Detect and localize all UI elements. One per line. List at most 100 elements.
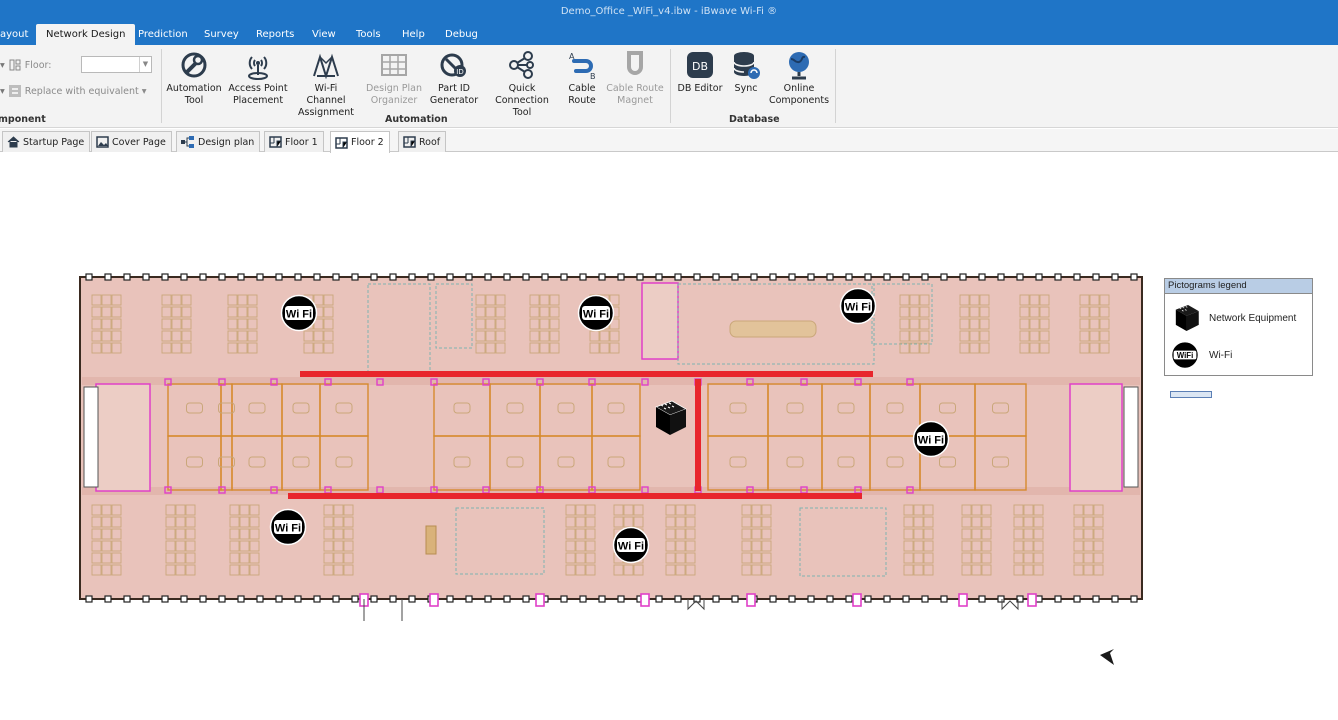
mullion — [731, 595, 739, 603]
automation-tool-button[interactable]: Automation Tool — [166, 49, 222, 111]
wifi-access-point-icon[interactable]: Wi Fi — [839, 287, 877, 325]
mullion — [1035, 595, 1043, 603]
wifi-channel-assignment-button[interactable]: Wi-Fi Channel Assignment — [294, 49, 358, 118]
floor-icon — [403, 136, 416, 148]
mullion — [275, 273, 283, 281]
mullion — [1130, 273, 1138, 281]
cable-route-magnet-button[interactable]: Cable Route Magnet — [604, 49, 666, 111]
tab-label: Roof — [419, 136, 441, 148]
wifi-label: Wi Fi — [583, 309, 609, 321]
wifi-label: Wi Fi — [275, 523, 301, 535]
mullion — [598, 595, 606, 603]
group-label-component: mponent — [0, 114, 46, 125]
design-plan-organizer-button[interactable]: Design Plan Organizer — [364, 49, 424, 111]
menu-survey[interactable]: Survey — [198, 24, 245, 45]
window-opening — [83, 386, 99, 488]
mullion — [655, 595, 663, 603]
menu-network-design[interactable]: Network Design — [36, 24, 136, 45]
mullion — [769, 595, 777, 603]
mullion — [579, 595, 587, 603]
mullion — [370, 273, 378, 281]
tab-label: Floor 1 — [285, 136, 318, 148]
db-editor-button[interactable]: DB DB Editor — [676, 49, 724, 111]
north-arrow-icon — [1100, 649, 1114, 665]
mullion — [1092, 273, 1100, 281]
wifi-access-point-icon[interactable]: Wi Fi — [280, 294, 318, 332]
online-components-button[interactable]: Online Components — [768, 49, 830, 111]
mullion — [104, 595, 112, 603]
wifi-access-point-icon[interactable]: Wi Fi — [269, 508, 307, 546]
mullion — [522, 273, 530, 281]
mullion — [237, 273, 245, 281]
entrance-doors — [363, 599, 1019, 621]
mullion — [142, 595, 150, 603]
dropdown-arrow-icon: ▾ — [0, 59, 5, 71]
mullion — [294, 273, 302, 281]
menu-debug[interactable]: Debug — [439, 24, 484, 45]
wifi-access-point-icon[interactable]: Wi Fi — [912, 420, 950, 458]
part-id-generator-button[interactable]: ID Part ID Generator — [428, 49, 480, 111]
pictograms-legend: Pictograms legend Network Equipment WiFi… — [1164, 278, 1313, 376]
replace-with-equivalent[interactable]: ▾ Replace with equivalent ▾ — [0, 84, 147, 98]
tab-startup-page[interactable]: Startup Page — [2, 131, 91, 152]
mullion — [237, 595, 245, 603]
cable-route-button[interactable]: AB Cable Route — [562, 49, 602, 111]
quick-connection-tool-button[interactable]: Quick Connection Tool — [486, 49, 558, 118]
mullion — [199, 595, 207, 603]
wifi-label: Wi Fi — [845, 302, 871, 314]
mullion — [275, 595, 283, 603]
mullion — [978, 595, 986, 603]
mullion — [522, 595, 530, 603]
mullion — [446, 273, 454, 281]
design-canvas[interactable]: Wi Fi Wi Fi Wi Fi Wi Fi Wi Fi Wi Fi Pictogram… — [0, 153, 1338, 720]
mullion — [598, 273, 606, 281]
mullion — [351, 273, 359, 281]
sync-button[interactable]: Sync — [728, 49, 764, 111]
floor-dropdown[interactable]: ▼ — [81, 56, 152, 73]
menu-layout[interactable]: ayout — [0, 24, 34, 45]
menu-view[interactable]: View — [306, 24, 342, 45]
window-title: Demo_Office _WiFi_v4.ibw - iBwave Wi-Fi … — [560, 6, 778, 17]
mullion — [313, 273, 321, 281]
mullion — [636, 273, 644, 281]
mullion — [142, 273, 150, 281]
floor-plan[interactable]: Wi Fi Wi Fi Wi Fi Wi Fi Wi Fi Wi Fi — [0, 153, 1338, 720]
wifi-access-point-icon[interactable]: Wi Fi — [612, 526, 650, 564]
tab-roof[interactable]: Roof — [398, 131, 447, 152]
tab-design-plan[interactable]: Design plan — [176, 131, 261, 152]
access-point-icon — [248, 56, 268, 80]
ribbon: ▾ Floor: ▼ ▾ Replace with equivalent ▾ m… — [0, 45, 1338, 128]
mullion — [997, 273, 1005, 281]
floor-selector: ▾ Floor: — [0, 58, 51, 72]
tab-floor-2[interactable]: Floor 2 — [330, 131, 390, 153]
tab-label: Design plan — [198, 136, 255, 148]
stair-core-east — [1069, 383, 1123, 492]
wifi-access-point-icon[interactable]: Wi Fi — [577, 294, 615, 332]
tab-floor-1[interactable]: Floor 1 — [264, 131, 324, 152]
menu-reports[interactable]: Reports — [250, 24, 300, 45]
stair-core-west — [95, 383, 151, 492]
mullion — [85, 595, 93, 603]
access-point-placement-button[interactable]: Access Point Placement — [226, 49, 290, 111]
menu-tools[interactable]: Tools — [350, 24, 387, 45]
title-bar: Demo_Office _WiFi_v4.ibw - iBwave Wi-Fi … — [0, 0, 1338, 24]
mullion — [883, 273, 891, 281]
mullion — [921, 273, 929, 281]
menu-help[interactable]: Help — [396, 24, 431, 45]
floor-label: Floor: — [24, 59, 52, 71]
menu-prediction[interactable]: Prediction — [132, 24, 194, 45]
tab-cover-page[interactable]: Cover Page — [91, 131, 172, 152]
mullion — [617, 595, 625, 603]
chevron-down-icon[interactable]: ▼ — [139, 57, 151, 72]
mullion — [978, 273, 986, 281]
mullion — [959, 273, 967, 281]
part-id-icon: ID — [440, 53, 466, 77]
wifi-pictogram-icon: WiFi — [1171, 341, 1199, 369]
mullion — [218, 273, 226, 281]
mullion — [123, 273, 131, 281]
mullion — [389, 273, 397, 281]
mullion — [503, 273, 511, 281]
svg-text:B: B — [590, 72, 596, 81]
mullion — [883, 595, 891, 603]
mullion — [1111, 595, 1119, 603]
